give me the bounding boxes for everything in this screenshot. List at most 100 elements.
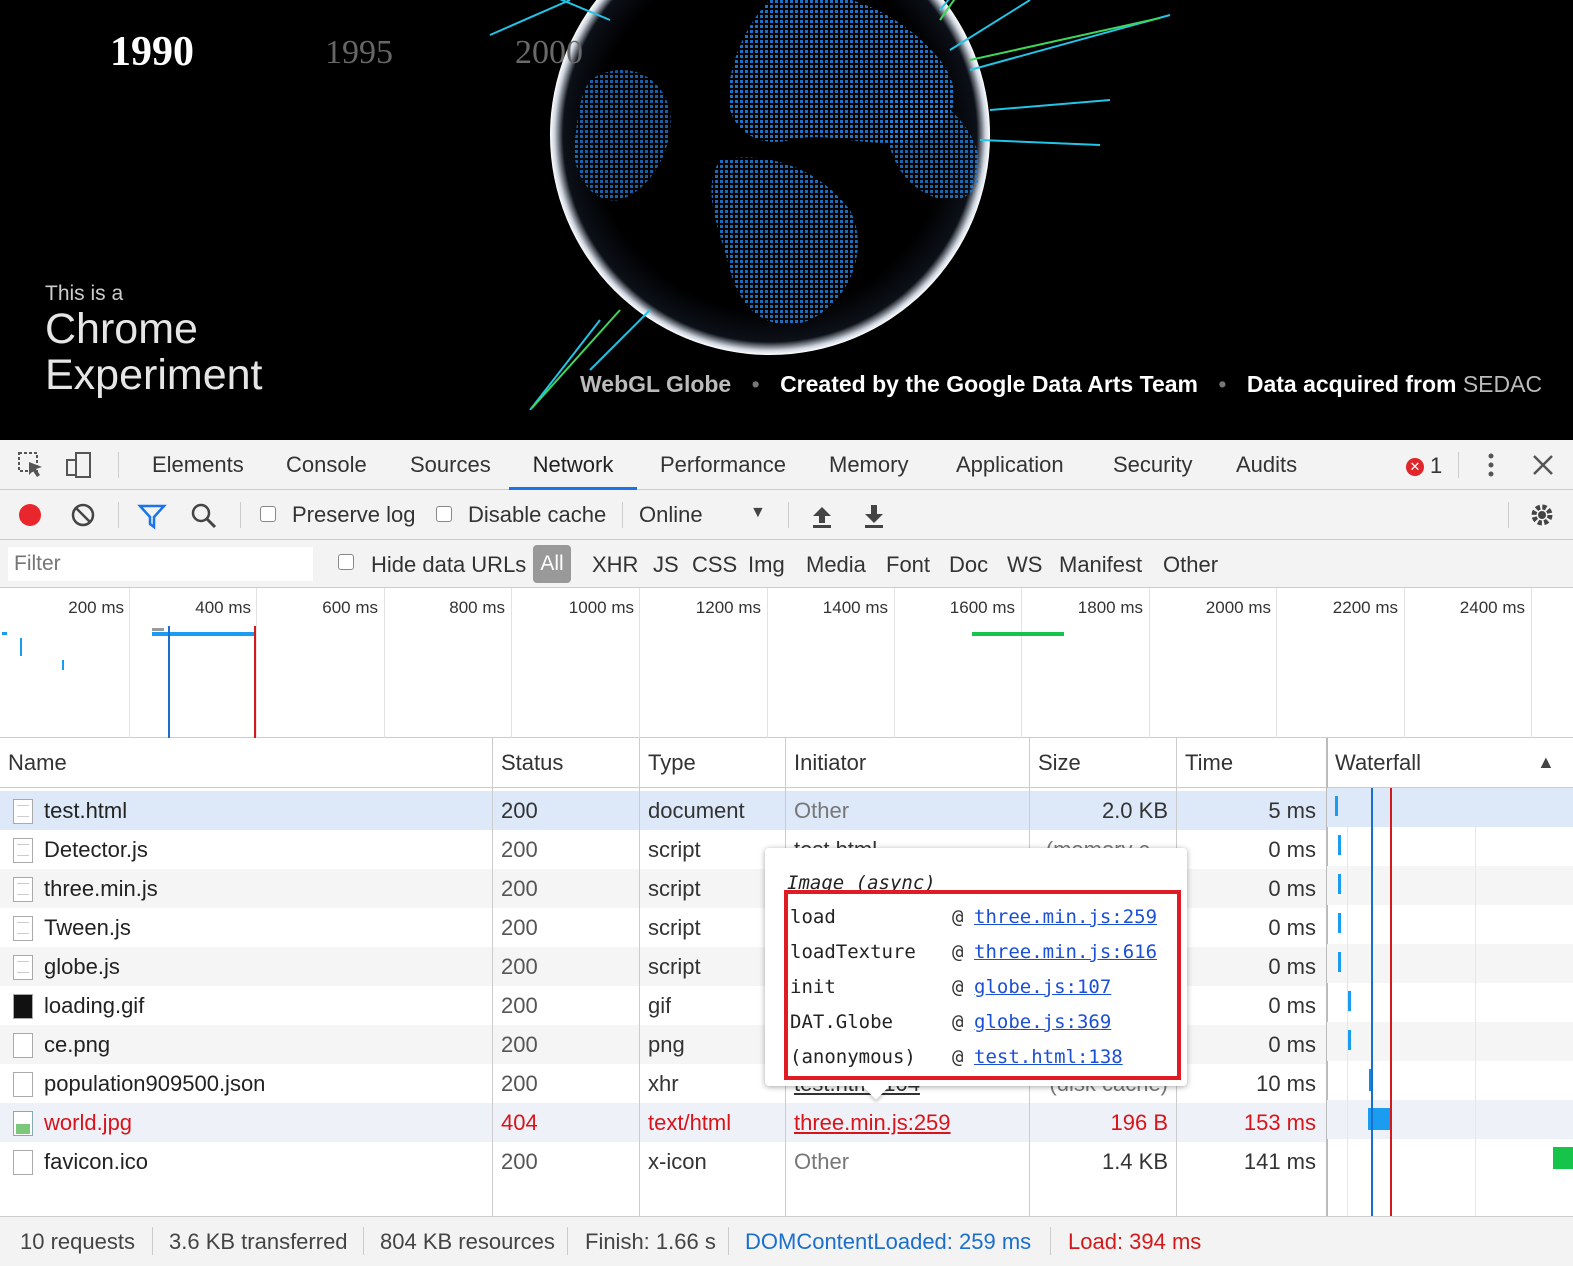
filter-type-manifest[interactable]: Manifest [1059,552,1142,578]
summary-separator [728,1227,729,1255]
credits-title: WebGL Globe [580,371,732,397]
frame-link[interactable]: three.min.js:259 [974,900,1157,935]
year-2000[interactable]: 2000 [515,34,583,72]
column-divider[interactable] [639,738,640,1216]
row-time: 0 ms [1268,837,1316,862]
preserve-log-label[interactable]: Preserve log [292,502,416,528]
preserve-log-checkbox[interactable] [260,506,276,522]
frame-function: loadTexture [790,941,916,963]
hide-data-urls-checkbox[interactable] [338,554,354,570]
waterfall-row-stripe [1327,944,1573,983]
clear-icon[interactable] [69,501,99,531]
column-header-size[interactable]: Size [1030,738,1081,788]
column-header-name[interactable]: Name [0,738,67,788]
column-header-time[interactable]: Time [1177,738,1233,788]
credits-data-prefix: Data acquired from [1246,371,1457,397]
table-header: Name Status Type Initiator Size Time Wat… [0,738,1573,788]
error-counter[interactable]: ✕ 1 [1406,453,1442,479]
export-har-icon[interactable] [860,501,890,531]
throttling-select[interactable]: Online ▼ [638,490,768,540]
tab-memory[interactable]: Memory [829,440,908,490]
summary-transferred: 3.6 KB transferred [169,1229,348,1254]
filter-icon[interactable] [137,501,167,531]
year-1995[interactable]: 1995 [325,34,393,72]
row-size: 2.0 KB [1101,798,1168,823]
filter-type-doc[interactable]: Doc [949,552,988,578]
search-icon[interactable] [189,501,219,531]
filter-input[interactable] [8,547,313,581]
row-name: Tween.js [44,915,131,940]
column-header-waterfall[interactable]: Waterfall [1327,738,1421,788]
summary-requests: 10 requests [20,1229,135,1254]
tab-separator [118,452,119,478]
overview-timeline[interactable]: 200 ms 400 ms 600 ms 800 ms 1000 ms 1200… [0,588,1573,738]
page-viewport: 1990 1995 2000 This is a Chrome Experime… [0,0,1573,440]
tab-network[interactable]: Network [509,440,637,490]
settings-gear-icon[interactable] [1528,501,1558,531]
filter-type-media[interactable]: Media [806,552,866,578]
summary-separator [363,1227,364,1255]
waterfall-gridline [1475,788,1476,1216]
row-status: 200 [501,1032,538,1057]
tab-sources[interactable]: Sources [410,440,491,490]
row-type: script [648,915,701,940]
table-row[interactable]: test.html 200 document Other 2.0 KB 5 ms [0,791,1326,830]
disable-cache-checkbox[interactable] [436,506,452,522]
filter-type-img[interactable]: Img [748,552,785,578]
credits-created[interactable]: Created by the Google Data Arts Team [780,371,1198,397]
hide-data-urls-label[interactable]: Hide data URLs [371,552,526,578]
row-initiator[interactable]: three.min.js:259 [794,1103,951,1142]
record-icon[interactable] [16,501,46,531]
filter-type-css[interactable]: CSS [692,552,737,578]
frame-link[interactable]: globe.js:369 [974,1005,1111,1040]
filter-type-font[interactable]: Font [886,552,930,578]
document-file-icon [13,799,33,824]
table-row[interactable]: world.jpg 404 text/html three.min.js:259… [0,1103,1326,1142]
frame-at: @ [952,976,964,998]
frame-at: @ [952,941,964,963]
script-file-icon [13,838,33,863]
more-options-icon[interactable] [1476,450,1506,480]
disable-cache-label[interactable]: Disable cache [468,502,606,528]
waterfall-column[interactable] [1327,788,1573,1216]
tab-elements[interactable]: Elements [152,440,244,490]
device-toolbar-icon[interactable] [64,450,94,480]
summary-load: Load: 394 ms [1068,1229,1202,1254]
error-count: 1 [1430,453,1443,478]
row-name: world.jpg [44,1110,133,1135]
filter-type-all[interactable]: All [533,545,571,583]
filter-type-js[interactable]: JS [653,552,679,578]
column-header-initiator[interactable]: Initiator [786,738,866,788]
toolbar-separator [1508,502,1509,528]
column-divider[interactable] [492,738,493,1216]
import-har-icon[interactable] [808,501,838,531]
waterfall-bar [1348,991,1351,1011]
inspect-element-icon[interactable] [16,450,46,480]
filter-type-xhr[interactable]: XHR [592,552,638,578]
tab-application[interactable]: Application [956,440,1064,490]
row-status: 200 [501,1071,538,1096]
filter-type-other[interactable]: Other [1163,552,1218,578]
tab-security[interactable]: Security [1113,440,1192,490]
frame-link[interactable]: globe.js:107 [974,970,1111,1005]
script-file-icon [13,916,33,941]
credits-sedac-link[interactable]: SEDAC [1463,371,1542,397]
year-1990[interactable]: 1990 [110,28,194,76]
frame-link[interactable]: test.html:138 [974,1040,1123,1075]
filter-type-ws[interactable]: WS [1007,552,1042,578]
sort-ascending-icon[interactable]: ▲ [1537,752,1555,773]
tab-audits[interactable]: Audits [1236,440,1297,490]
column-header-type[interactable]: Type [640,738,696,788]
frame-link[interactable]: three.min.js:616 [974,935,1157,970]
row-name: favicon.ico [44,1149,148,1174]
tab-performance[interactable]: Performance [660,440,786,490]
tab-console[interactable]: Console [286,440,367,490]
chrome-experiment-logo[interactable]: This is a Chrome Experiment [45,282,262,398]
table-row[interactable]: favicon.ico 200 x-icon Other 1.4 KB 141 … [0,1142,1326,1181]
close-devtools-icon[interactable] [1528,450,1558,480]
column-header-status[interactable]: Status [493,738,563,788]
summary-finish: Finish: 1.66 s [585,1229,716,1254]
row-status: 200 [501,1149,538,1174]
row-status: 200 [501,915,538,940]
row-initiator: Other [794,1149,850,1174]
